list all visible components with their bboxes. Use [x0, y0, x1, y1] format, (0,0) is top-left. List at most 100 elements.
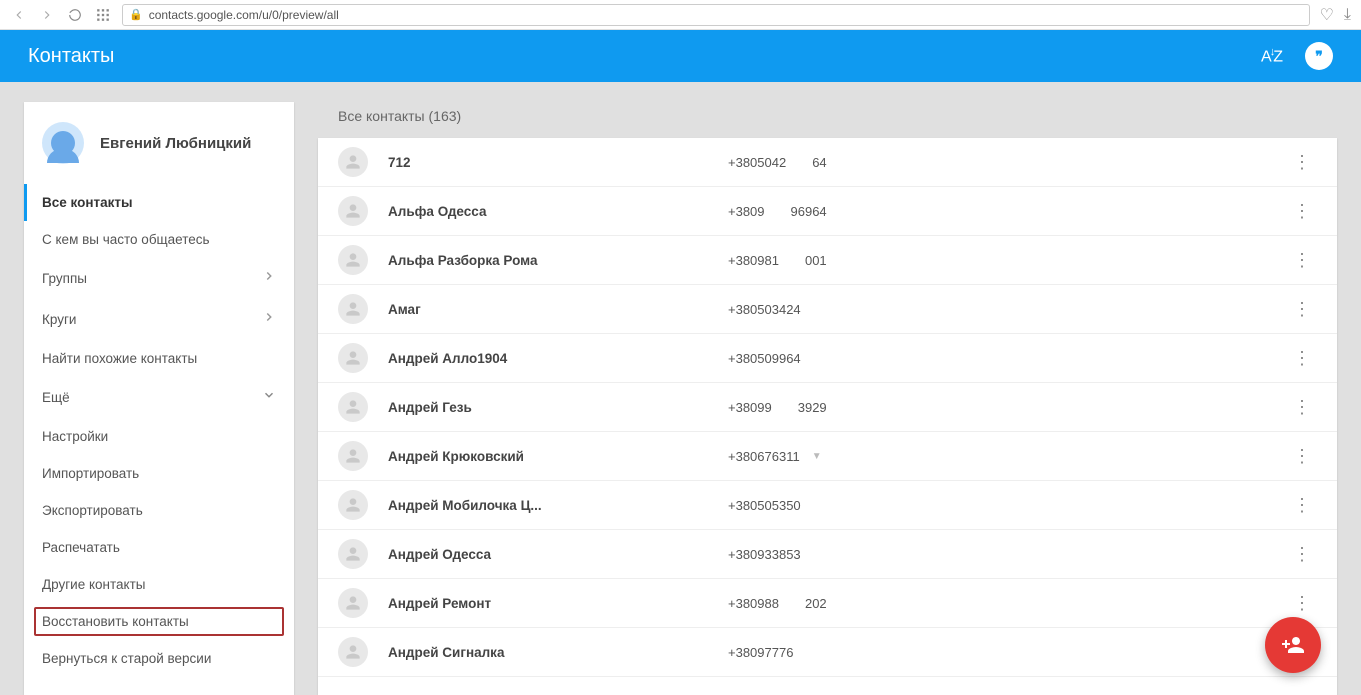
- sidebar-item-9[interactable]: Распечатать: [24, 529, 294, 566]
- more-button[interactable]: ⋮: [1287, 344, 1317, 373]
- more-button[interactable]: ⋮: [1287, 540, 1317, 569]
- hangouts-icon[interactable]: ❞: [1305, 42, 1333, 70]
- app-header: Контакты A↓Z ❞: [0, 30, 1361, 82]
- sidebar-item-7[interactable]: Импортировать: [24, 455, 294, 492]
- contact-phone: +38099 3929: [728, 400, 1287, 415]
- sidebar-item-12[interactable]: Вернуться к старой версии: [24, 640, 294, 677]
- sidebar: Евгений Любницкий Все контакты С кем вы ч…: [24, 102, 294, 695]
- profile-avatar: [42, 122, 84, 164]
- contact-avatar: [338, 490, 368, 520]
- more-button[interactable]: ⋮: [1287, 148, 1317, 177]
- contact-name: Альфа Разборка Рома: [388, 253, 728, 268]
- contact-avatar: [338, 294, 368, 324]
- chevron-down-icon: [262, 388, 276, 407]
- sidebar-item-4[interactable]: Найти похожие контакты: [24, 340, 294, 377]
- contact-phone: +380981 001: [728, 253, 1287, 268]
- contact-row[interactable]: Андрей Ремонт+380988 202⋮: [318, 579, 1337, 628]
- download-icon[interactable]: ⤓: [1344, 6, 1351, 24]
- sidebar-item-label: Группы: [42, 271, 87, 286]
- sidebar-item-8[interactable]: Экспортировать: [24, 492, 294, 529]
- contact-avatar: [338, 147, 368, 177]
- dropdown-icon[interactable]: ▼: [812, 451, 822, 462]
- contact-avatar: [338, 539, 368, 569]
- sort-az-button[interactable]: A↓Z: [1261, 46, 1281, 66]
- app-title: Контакты: [28, 45, 114, 68]
- contact-name: Амаг: [388, 302, 728, 317]
- sidebar-item-label: Распечатать: [42, 540, 120, 555]
- reload-button[interactable]: [66, 6, 84, 24]
- sidebar-item-label: Восстановить контакты: [42, 614, 189, 629]
- sidebar-item-label: С кем вы часто общаетесь: [42, 232, 210, 247]
- address-bar[interactable]: 🔒 contacts.google.com/u/0/preview/all: [122, 4, 1310, 26]
- contact-row[interactable]: Андрей Одесса+380933853⋮: [318, 530, 1337, 579]
- contact-phone: +380509964: [728, 351, 1287, 366]
- sidebar-item-label: Импортировать: [42, 466, 139, 481]
- contact-phone: +38097776: [728, 645, 1287, 660]
- contact-row[interactable]: 712+3805042 64⋮: [318, 138, 1337, 187]
- contact-avatar: [338, 637, 368, 667]
- sidebar-item-10[interactable]: Другие контакты: [24, 566, 294, 603]
- sidebar-list: Все контакты С кем вы часто общаетесь Груп…: [24, 184, 294, 677]
- add-contact-fab[interactable]: [1265, 617, 1321, 673]
- chevron-right-icon: [262, 310, 276, 329]
- sidebar-item-label: Ещё: [42, 390, 70, 405]
- contact-avatar: [338, 245, 368, 275]
- contact-phone: +380676311▼: [728, 449, 1287, 464]
- more-button[interactable]: ⋮: [1287, 197, 1317, 226]
- contact-phone: +380933853: [728, 547, 1287, 562]
- more-button[interactable]: ⋮: [1287, 442, 1317, 471]
- favorite-icon[interactable]: ♡: [1320, 5, 1334, 25]
- contact-row[interactable]: Альфа Разборка Рома+380981 001⋮: [318, 236, 1337, 285]
- lock-icon: 🔒: [129, 8, 143, 21]
- contact-name: Альфа Одесса: [388, 204, 728, 219]
- contact-row[interactable]: Амаг+380503424⋮: [318, 285, 1337, 334]
- back-button[interactable]: [10, 6, 28, 24]
- contact-avatar: [338, 343, 368, 373]
- apps-button[interactable]: [94, 6, 112, 24]
- contact-row[interactable]: Андрей Мобилочка Ц...+380505350⋮: [318, 481, 1337, 530]
- forward-button[interactable]: [38, 6, 56, 24]
- sidebar-item-6[interactable]: Настройки: [24, 418, 294, 455]
- sidebar-item-3[interactable]: Круги: [24, 299, 294, 340]
- more-button[interactable]: ⋮: [1287, 393, 1317, 422]
- contact-avatar: [338, 441, 368, 471]
- more-button[interactable]: ⋮: [1287, 491, 1317, 520]
- contact-row[interactable]: Андрей Гезь+38099 3929⋮: [318, 383, 1337, 432]
- contact-row[interactable]: Андрей Крюковский+380676311▼⋮: [318, 432, 1337, 481]
- contact-row[interactable]: Альфа Одесса+3809 96964⋮: [318, 187, 1337, 236]
- contact-avatar: [338, 588, 368, 618]
- contact-phone: +380503424: [728, 302, 1287, 317]
- contact-name: Андрей Одесса: [388, 547, 728, 562]
- profile-name: Евгений Любницкий: [100, 135, 251, 152]
- body: Евгений Любницкий Все контакты С кем вы ч…: [0, 82, 1361, 695]
- sidebar-item-11[interactable]: Восстановить контакты: [32, 605, 286, 638]
- more-button[interactable]: ⋮: [1287, 295, 1317, 324]
- contact-phone: +3805042 64: [728, 155, 1287, 170]
- contact-list: 712+3805042 64⋮Альфа Одесса+3809 96964⋮А…: [318, 138, 1337, 695]
- sidebar-item-2[interactable]: Группы: [24, 258, 294, 299]
- sidebar-item-label: Круги: [42, 312, 76, 327]
- sidebar-item-label: Вернуться к старой версии: [42, 651, 211, 666]
- more-button[interactable]: ⋮: [1287, 246, 1317, 275]
- contact-name: Андрей Мобилочка Ц...: [388, 498, 728, 513]
- sidebar-item-label: Настройки: [42, 429, 108, 444]
- contact-phone: +380988 202: [728, 596, 1287, 611]
- contact-name: Андрей Ремонт: [388, 596, 728, 611]
- sidebar-item-label: Найти похожие контакты: [42, 351, 197, 366]
- contact-avatar: [338, 196, 368, 226]
- contact-phone: +380505350: [728, 498, 1287, 513]
- sidebar-item-label: Все контакты: [42, 195, 133, 210]
- profile-block[interactable]: Евгений Любницкий: [24, 102, 294, 184]
- contact-name: Андрей Гезь: [388, 400, 728, 415]
- contact-name: 712: [388, 155, 728, 170]
- sidebar-item-5[interactable]: Ещё: [24, 377, 294, 418]
- sidebar-item-0[interactable]: Все контакты: [24, 184, 294, 221]
- more-button[interactable]: ⋮: [1287, 589, 1317, 618]
- sidebar-item-1[interactable]: С кем вы часто общаетесь: [24, 221, 294, 258]
- chevron-right-icon: [262, 269, 276, 288]
- contact-name: Андрей Алло1904: [388, 351, 728, 366]
- contact-row[interactable]: Андрей Алло1904+380509964⋮: [318, 334, 1337, 383]
- url-text: contacts.google.com/u/0/preview/all: [149, 8, 339, 22]
- main-column: Все контакты (163) 712+3805042 64⋮Альфа …: [318, 102, 1337, 695]
- contact-row[interactable]: Андрей Сигналка+38097776⋮: [318, 628, 1337, 677]
